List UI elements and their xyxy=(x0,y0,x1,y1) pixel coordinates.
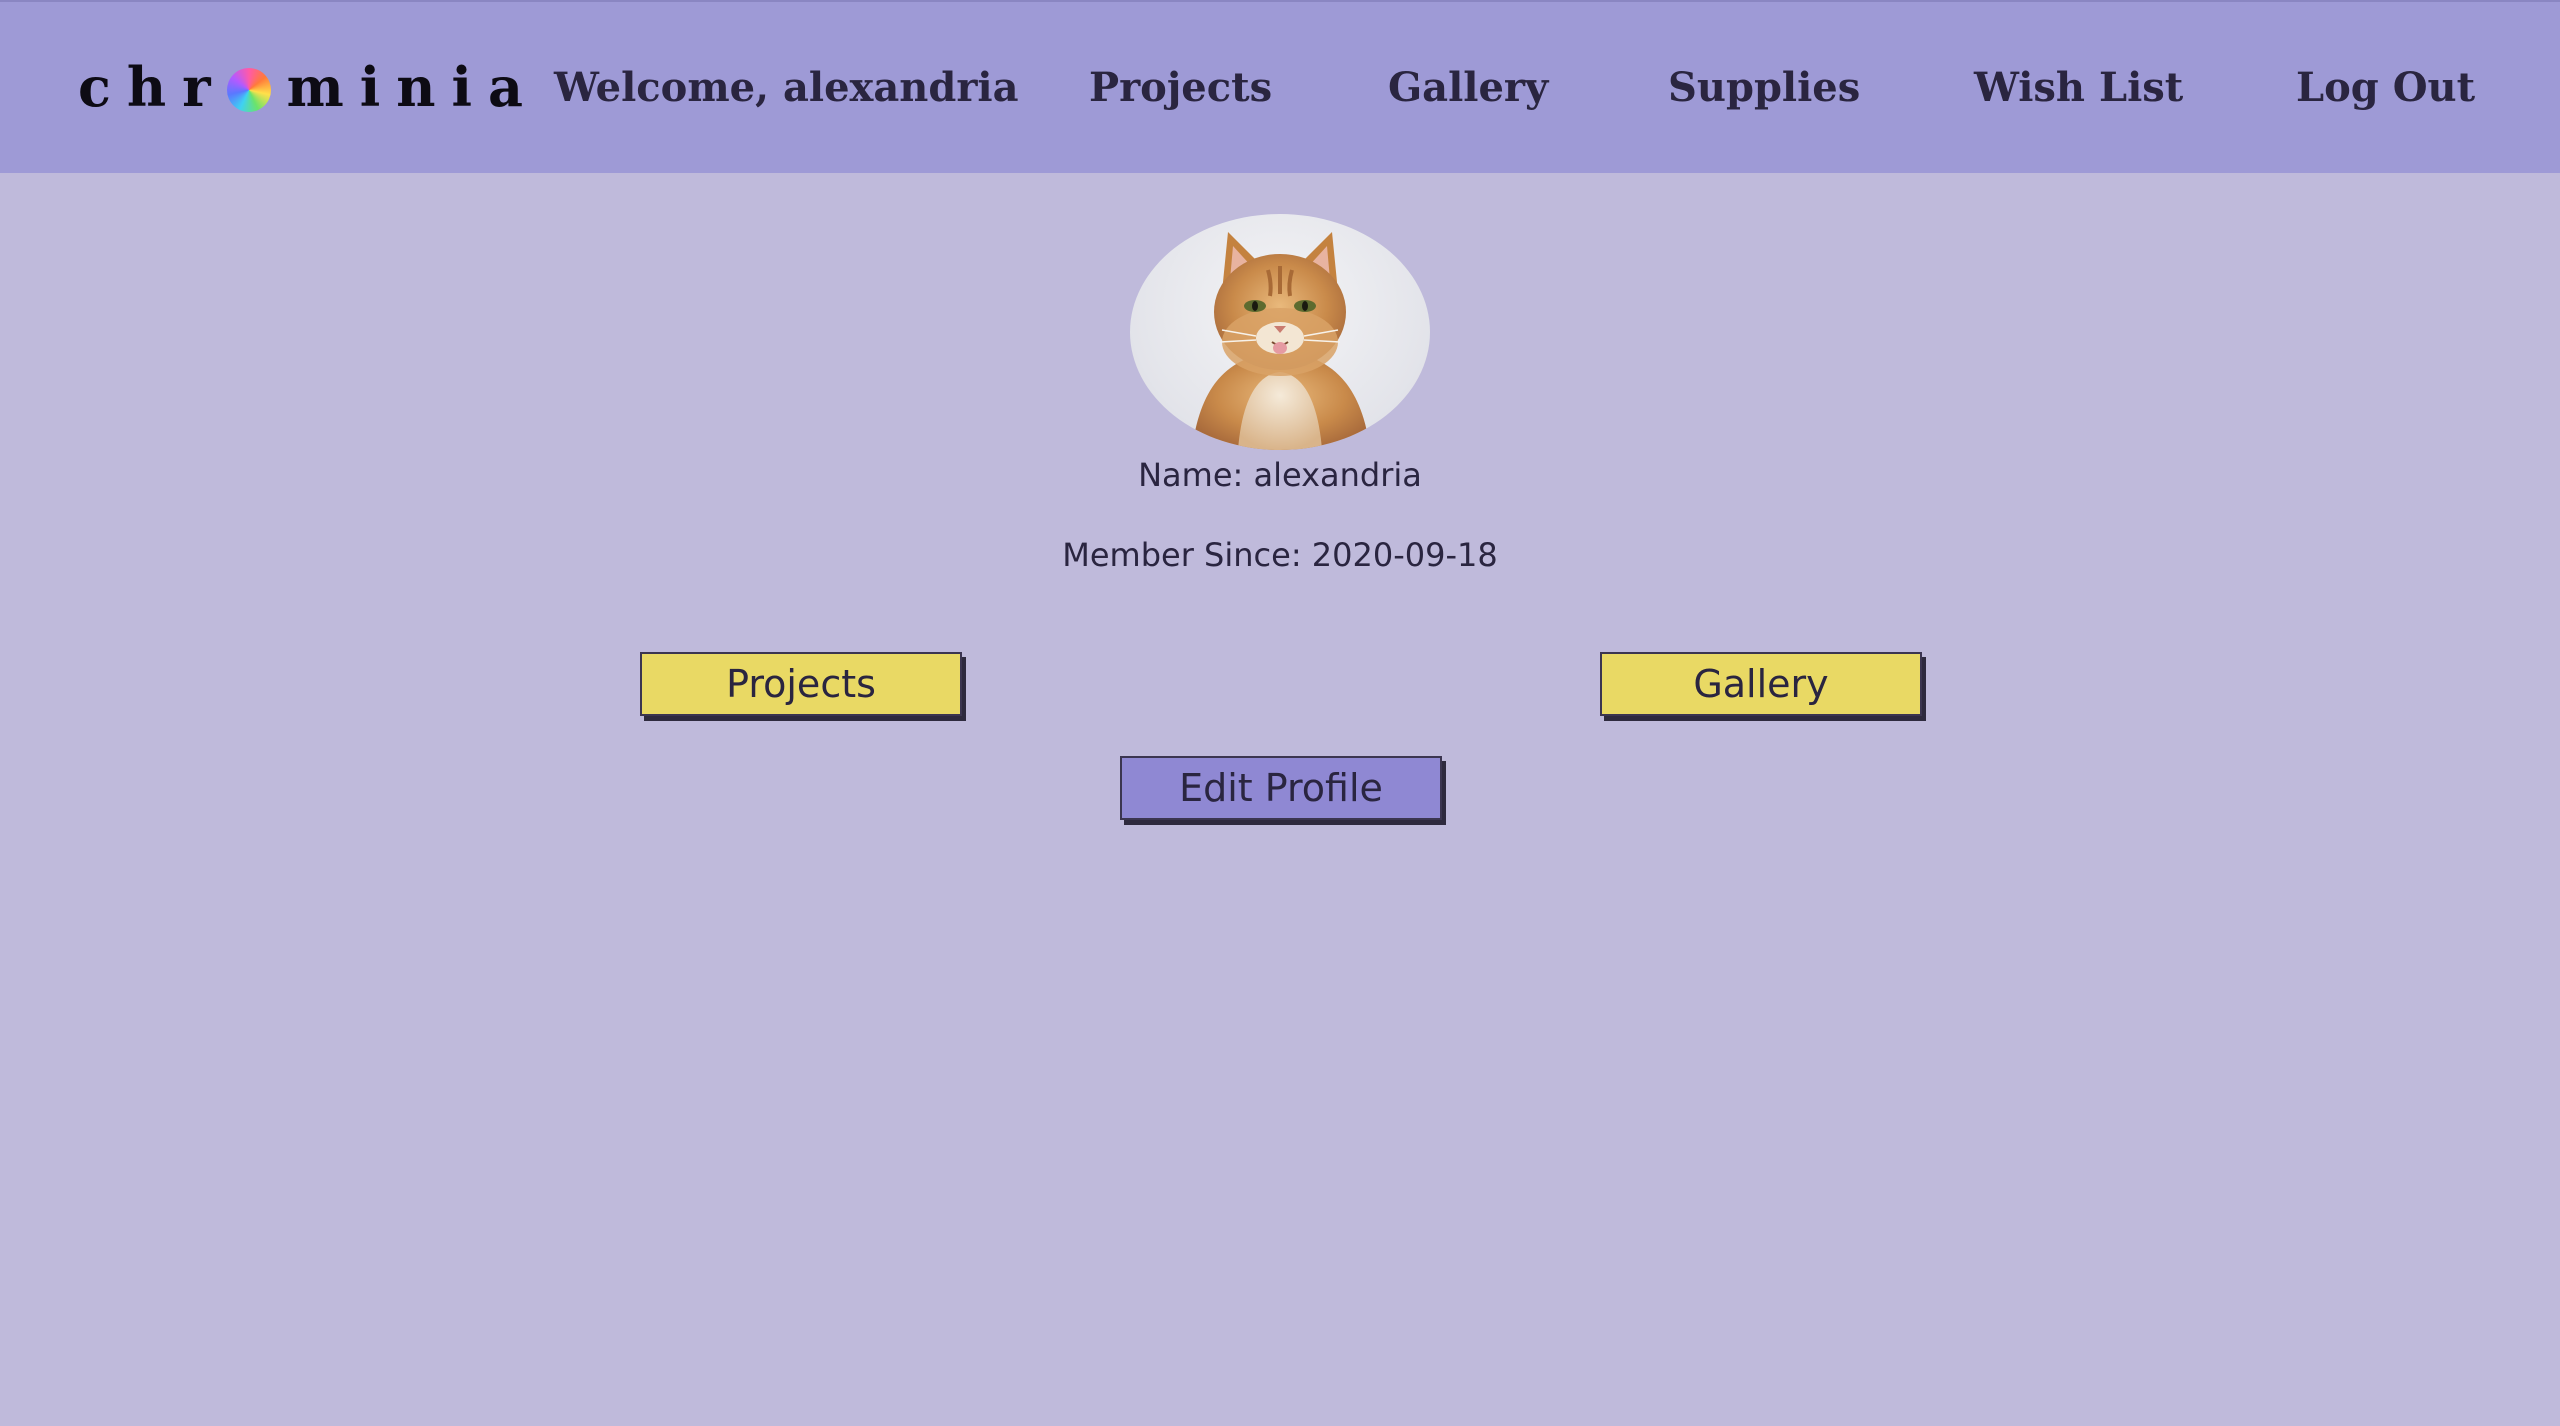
member-since: Member Since: 2020-09-18 xyxy=(1062,536,1498,574)
projects-button[interactable]: Projects xyxy=(640,652,962,716)
nav-log-out-link[interactable]: Log Out xyxy=(2296,60,2475,116)
edit-profile-button[interactable]: Edit Profile xyxy=(1120,756,1442,820)
top-navbar: chr minia Welcome, alexandria Projects Ga… xyxy=(0,0,2560,173)
nav-projects-link[interactable]: Projects xyxy=(1089,60,1272,116)
logo[interactable]: chr minia xyxy=(78,54,539,120)
nav-supplies-link[interactable]: Supplies xyxy=(1668,60,1860,116)
profile-avatar xyxy=(1130,214,1430,450)
gallery-button[interactable]: Gallery xyxy=(1600,652,1922,716)
nav-gallery-link[interactable]: Gallery xyxy=(1388,60,1548,116)
cat-photo xyxy=(1192,232,1370,450)
nav-wish-list-link[interactable]: Wish List xyxy=(1974,60,2183,116)
logo-text-prefix: chr xyxy=(78,55,227,119)
welcome-link[interactable]: Welcome, alexandria xyxy=(554,60,1019,116)
profile-name: Name: alexandria xyxy=(1138,456,1422,494)
logo-text-suffix: minia xyxy=(286,55,540,119)
color-wheel-icon xyxy=(226,68,271,112)
